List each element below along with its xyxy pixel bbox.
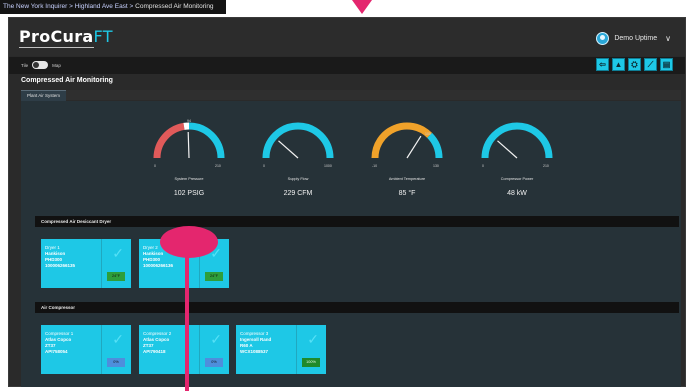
gauge-label: Supply Flow (287, 177, 309, 181)
toolbar: Tile Map ⇦ ▲ ⛭ ⟋ ▤ (9, 57, 685, 74)
gauge-ambient-temperature: -10 130 100 Ambient Temperature 85 °F (367, 118, 447, 197)
gauge-max: 210 (543, 164, 549, 168)
view-toggle: Tile Map (21, 61, 61, 69)
gauge-label: Compressor Power (500, 177, 534, 181)
logo-underline (19, 47, 94, 48)
gauge-value: 102 PSIG (173, 190, 205, 197)
page-title: Compressed Air Monitoring (21, 77, 113, 84)
dryer-card[interactable]: Dryer 1 Hankison PHD300 100006266135 ✓ 2… (41, 239, 131, 288)
status-badge: 24°F (107, 272, 125, 281)
gauge-needle (278, 140, 299, 159)
gauge-needle (497, 140, 518, 159)
card-serial: API790418 (143, 349, 166, 354)
annotation-arrow-icon (352, 0, 372, 14)
gauge-max: 1000 (324, 164, 332, 168)
card-info: Compressor 3 Ingersoll Rand R60 A WCX108… (240, 331, 271, 355)
gauge-min: 0 (263, 164, 265, 168)
trend-chart-button[interactable]: ⟋ (644, 58, 657, 71)
gauge-compressor-power: 0 210 Compressor Power 48 kW (477, 118, 557, 197)
gauge-value: 229 CFM (283, 190, 313, 197)
toggle-knob (33, 62, 40, 68)
breadcrumb-item-site[interactable]: The New York Inquirer (3, 3, 67, 10)
tool-buttons: ⇦ ▲ ⛭ ⟋ ▤ (596, 58, 673, 71)
status-badge: 100% (302, 358, 320, 367)
breadcrumb-item-building[interactable]: Highland Ave East (75, 3, 128, 10)
gauge-setpoint: 94 (187, 119, 191, 123)
tab-plant-air-system[interactable]: Plant Air System (21, 90, 67, 101)
status-badge: 24°F (205, 272, 223, 281)
group-header-dryers: Compressed Air Desiccant Dryer (35, 216, 679, 227)
breadcrumb: The New York Inquirer > Highland Ave Eas… (0, 0, 226, 14)
gauge-min: 0 (482, 164, 484, 168)
checkmark-icon: ✓ (112, 331, 124, 347)
hierarchy-icon: ⛭ (631, 59, 638, 69)
gauge-min: 0 (154, 164, 156, 168)
card-serial: 100006266136 (143, 263, 174, 268)
toggle-label-tile: Tile (21, 62, 29, 68)
checkmark-icon: ✓ (112, 245, 124, 261)
main-panel: 0 210 94 System Pressure 102 PSIG 0 1000 Suppl… (21, 101, 681, 387)
status-badge: 0% (107, 358, 125, 367)
tile-map-toggle[interactable] (32, 61, 49, 69)
gauge-min: -10 (372, 164, 378, 168)
card-info: Compressor 1 Atlas Copco ZT37 API758054 (45, 331, 73, 355)
tab-strip: Plant Air System (21, 90, 681, 101)
top-bar: ProCuraFT Demo Uptime ∨ (9, 18, 685, 56)
pointer-highlight (160, 226, 218, 258)
gauge-needle (187, 131, 190, 159)
compressor-card[interactable]: Compressor 1 Atlas Copco ZT37 API758054 … (41, 325, 131, 374)
compressor-card[interactable]: Compressor 3 Ingersoll Rand R60 A WCX108… (236, 325, 326, 374)
gauge-label: Ambient Temperature (388, 177, 426, 181)
breadcrumb-item-current: Compressed Air Monitoring (135, 3, 214, 10)
gauge-dial (153, 122, 225, 159)
trend-chart-icon: ⟋ (647, 59, 654, 69)
logo[interactable]: ProCuraFT (19, 27, 113, 46)
gauge-label: System Pressure (174, 177, 204, 181)
hierarchy-button[interactable]: ⛭ (628, 58, 641, 71)
back-arrow-icon: ⇦ (599, 60, 606, 69)
gauge-setpoint: 100 (425, 132, 431, 136)
user-menu[interactable]: Demo Uptime ∨ (596, 32, 671, 45)
gauge-max: 210 (215, 164, 221, 168)
gauge-supply-flow: 0 1000 Supply Flow 229 CFM (258, 118, 338, 197)
report-button[interactable]: ▤ (660, 58, 673, 71)
gauge-system-pressure: 0 210 94 System Pressure 102 PSIG (149, 118, 229, 197)
gauge-needle (406, 135, 422, 159)
card-serial: 100006266135 (45, 263, 76, 268)
status-badge: 0% (205, 358, 223, 367)
card-serial: API758054 (45, 349, 68, 354)
alert-triangle-button[interactable]: ▲ (612, 58, 625, 71)
card-serial: WCX1088537 (240, 349, 269, 354)
chevron-down-icon[interactable]: ∨ (665, 34, 671, 43)
compressor-card[interactable]: Compressor 2 Atlas Copco ZT37 API790418 … (139, 325, 229, 374)
gauge-value: 85 °F (398, 190, 416, 197)
checkmark-icon: ✓ (210, 331, 222, 347)
gauge-value: 48 kW (507, 190, 527, 197)
card-info: Compressor 2 Atlas Copco ZT37 API790418 (143, 331, 171, 355)
checkmark-icon: ✓ (307, 331, 319, 347)
gauge-dial (481, 122, 553, 159)
avatar (596, 32, 610, 45)
alert-triangle-icon: ▲ (614, 60, 623, 69)
pointer-line (185, 255, 189, 391)
card-info: Dryer 1 Hankison PHD300 100006266135 (45, 245, 75, 269)
user-name: Demo Uptime (614, 35, 658, 42)
gauge-dial (371, 122, 443, 159)
app-window: ProCuraFT Demo Uptime ∨ Tile Map ⇦ ▲ ⛭ ⟋ ▤ C… (8, 17, 686, 387)
toggle-label-map: Map (52, 62, 61, 68)
group-header-compressors: Air Compressor (35, 302, 679, 313)
gauge-max: 130 (433, 164, 439, 168)
back-arrow-button[interactable]: ⇦ (596, 58, 609, 71)
report-icon: ▤ (662, 60, 671, 69)
gauge-dial (262, 122, 334, 159)
